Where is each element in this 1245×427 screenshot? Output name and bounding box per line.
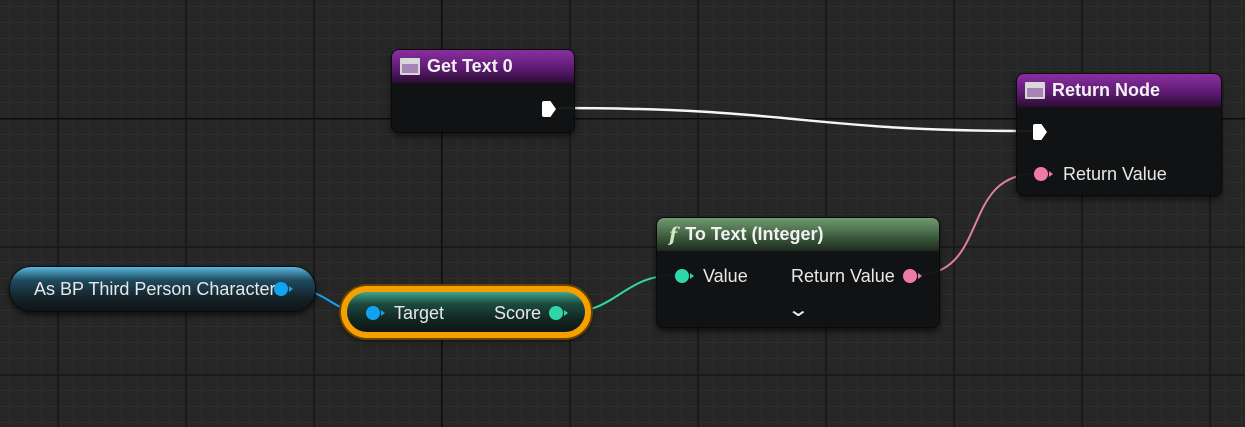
to-text-node-title: To Text (Integer): [685, 224, 824, 244]
wires-layer: [289, 106, 1036, 314]
expand-advanced-chevron-icon[interactable]: ⌄: [787, 300, 810, 320]
get-text-node-title: Get Text 0: [427, 56, 513, 76]
return-value-output-pin[interactable]: [903, 269, 922, 283]
target-input-pin[interactable]: [366, 306, 385, 320]
function-result-icon: [1025, 82, 1045, 99]
score-label: Score: [494, 303, 542, 323]
cast-to-third-person-node[interactable]: As BP Third Person Character: [9, 266, 316, 312]
exec-wire[interactable]: [557, 106, 1033, 133]
cast-node-label: As BP Third Person Character: [34, 279, 276, 299]
blueprint-graph-canvas[interactable]: Get Text 0 Return Node Return Value f To…: [0, 0, 1245, 427]
score-variable-node[interactable]: Target Score: [341, 286, 591, 338]
return-node-title: Return Node: [1052, 80, 1160, 100]
function-icon: f: [669, 223, 678, 246]
cast-output-pin[interactable]: [274, 282, 293, 296]
score-output-pin[interactable]: [549, 306, 568, 320]
exec-output-pin[interactable]: [542, 101, 556, 117]
return-node-header[interactable]: Return Node: [1017, 74, 1221, 107]
return-value-output-label: Return Value: [791, 266, 895, 286]
get-text-node[interactable]: Get Text 0: [391, 49, 575, 133]
exec-input-pin[interactable]: [1033, 124, 1047, 140]
value-input-label: Value: [703, 266, 748, 286]
target-label: Target: [394, 303, 445, 323]
value-input-pin[interactable]: [675, 269, 694, 283]
return-value-input-pin[interactable]: [1034, 167, 1053, 181]
get-text-node-header[interactable]: Get Text 0: [392, 50, 574, 83]
to-text-node-header[interactable]: f To Text (Integer): [657, 218, 939, 251]
return-value-label: Return Value: [1063, 164, 1167, 184]
return-node[interactable]: Return Node Return Value: [1016, 73, 1222, 196]
function-entry-icon: [400, 58, 420, 75]
